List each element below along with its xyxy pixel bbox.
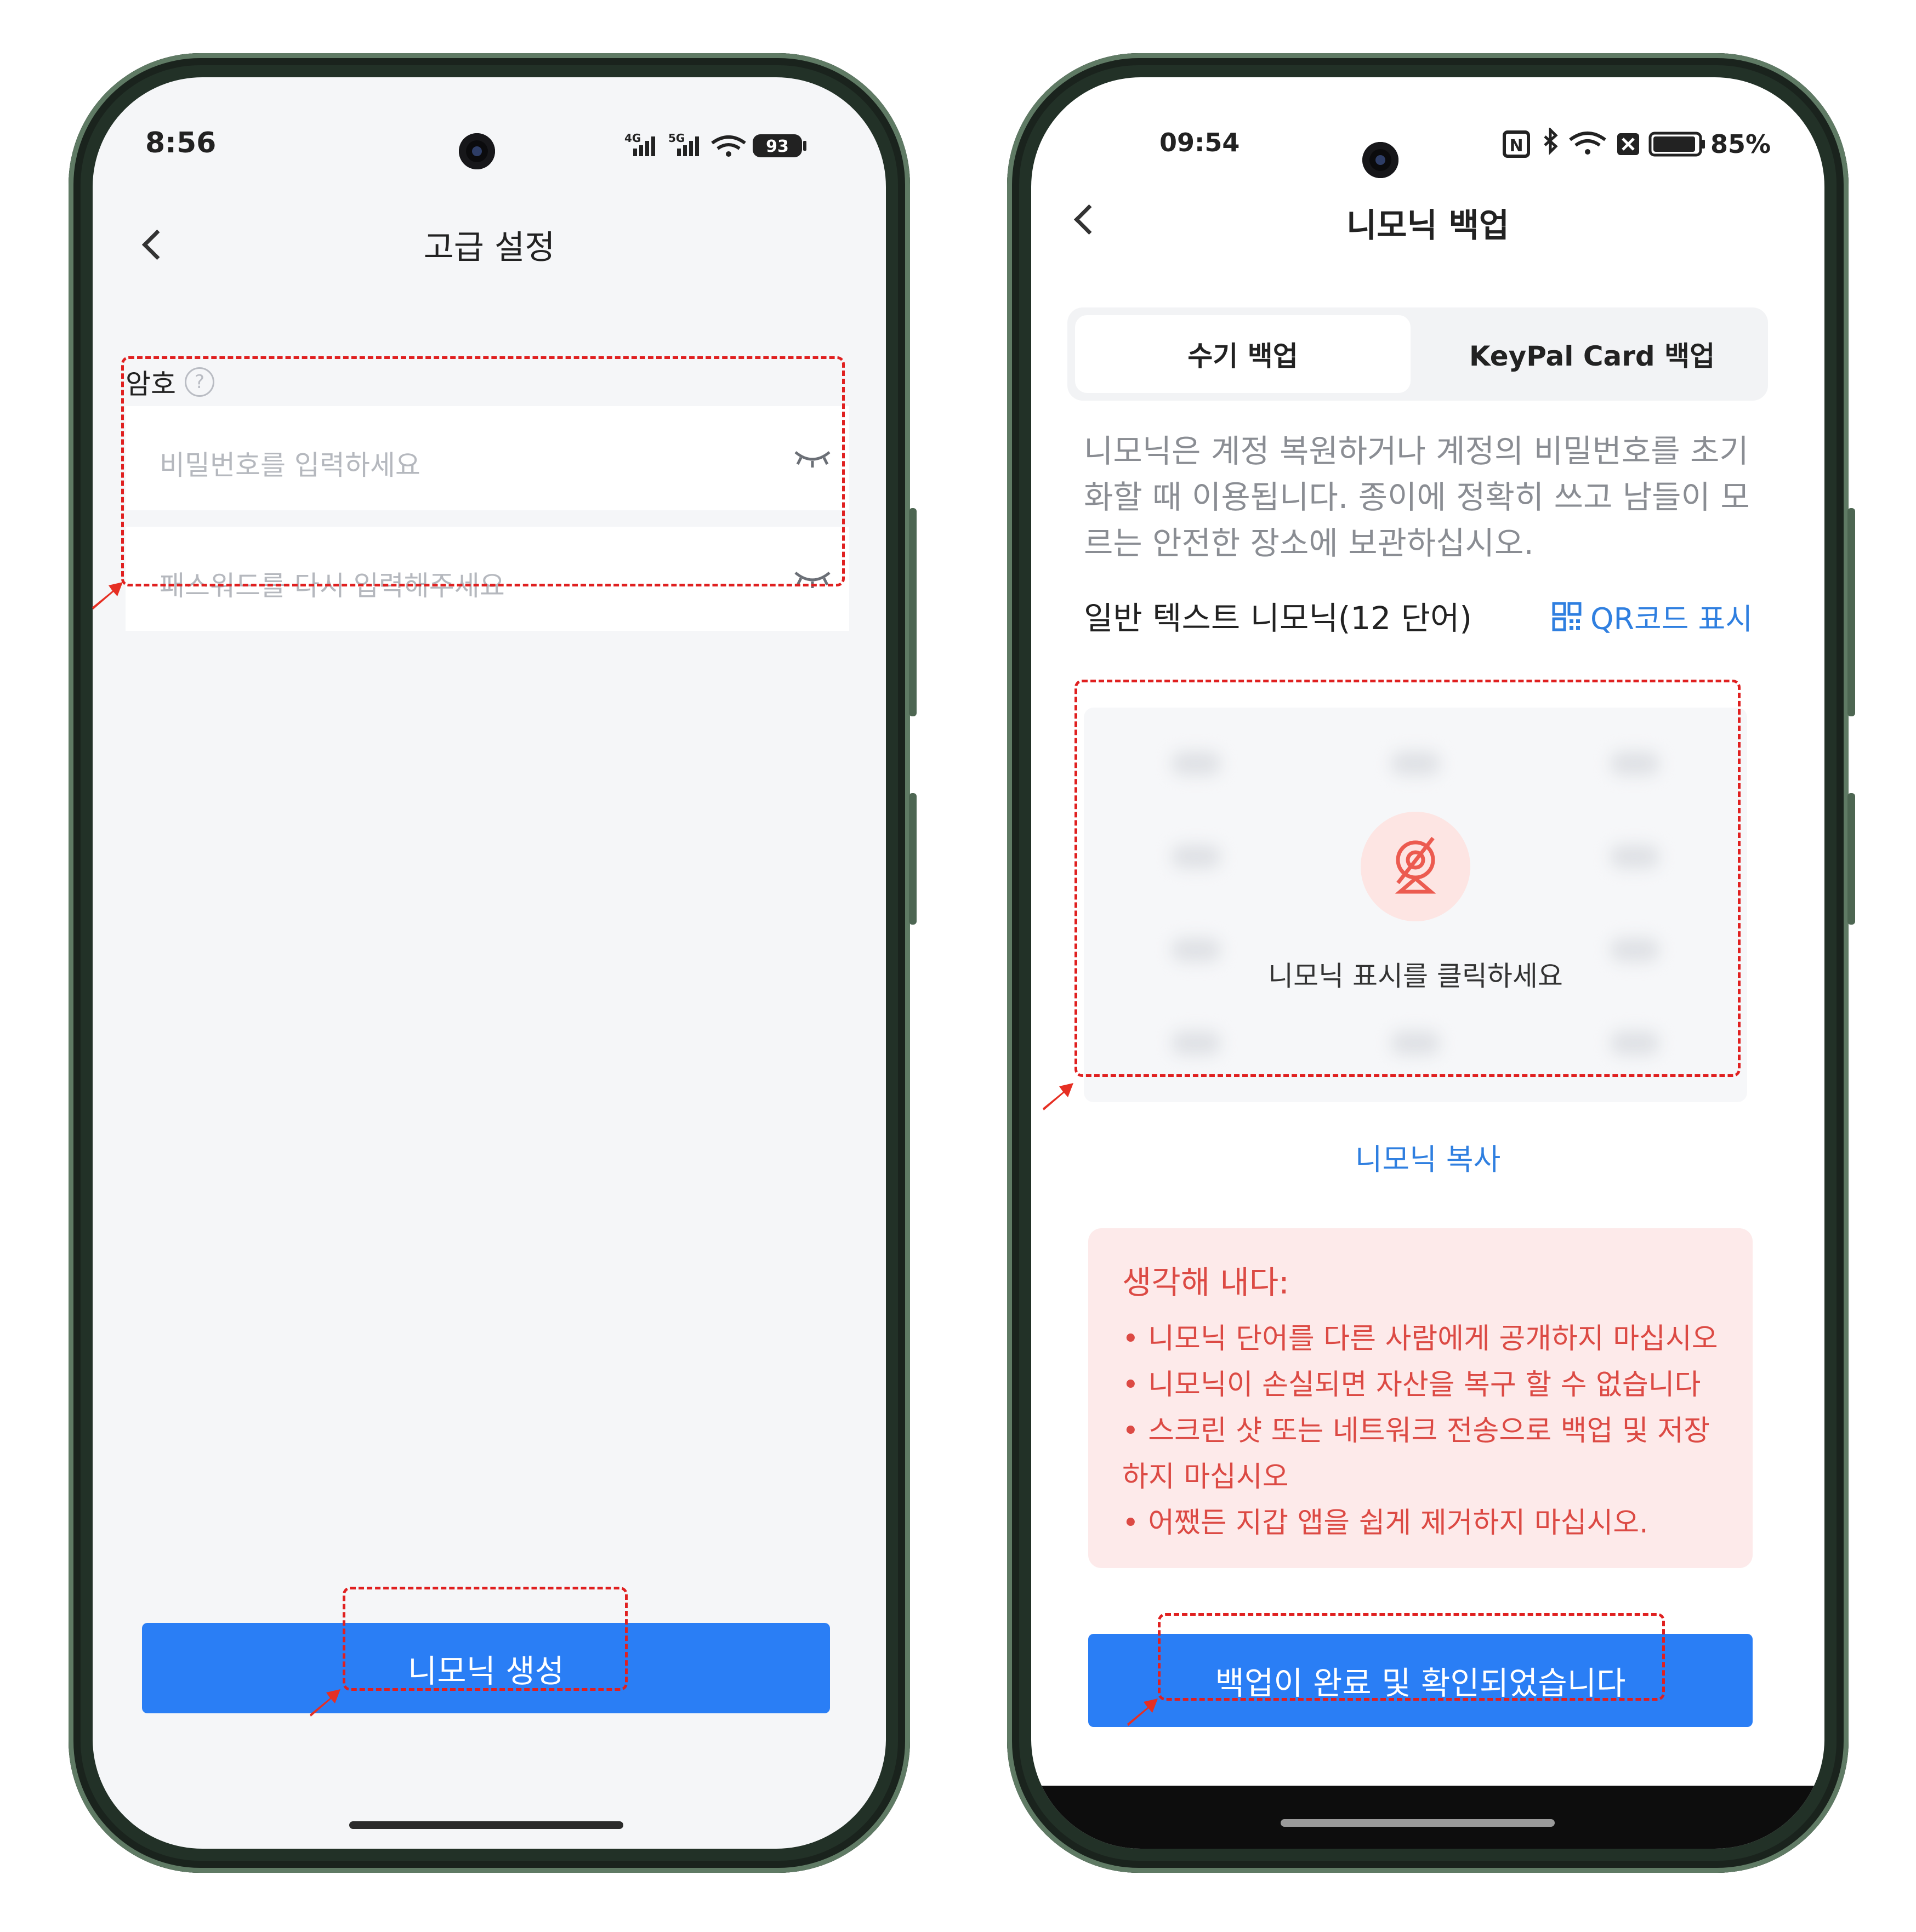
annotation-arrow	[1127, 1699, 1158, 1726]
annotation-arrow	[310, 1689, 340, 1717]
annotation-arrow	[92, 582, 123, 609]
annotation-arrows	[92, 582, 1158, 1726]
annotation-arrow	[1043, 1083, 1073, 1110]
